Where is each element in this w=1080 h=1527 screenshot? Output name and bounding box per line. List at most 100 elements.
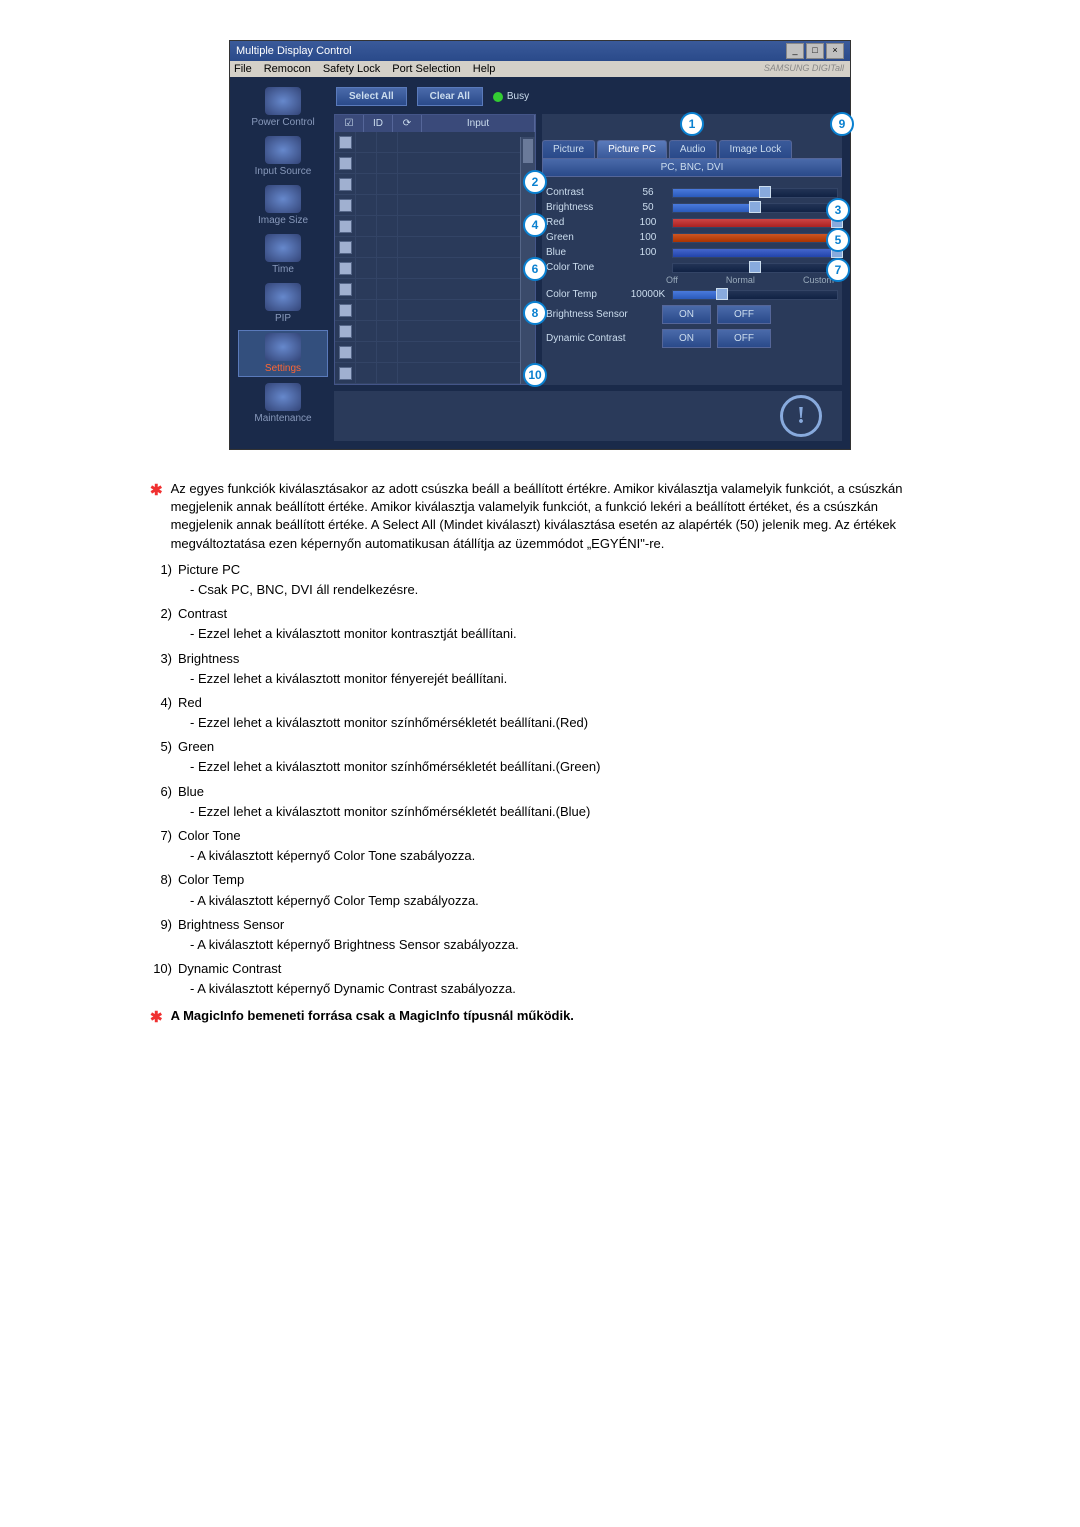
list-title: Blue [178, 783, 930, 801]
menu-safety-lock[interactable]: Safety Lock [323, 63, 380, 75]
dcon-on-button[interactable]: ON [662, 329, 711, 348]
list-title: Green [178, 738, 930, 756]
green-value: 100 [630, 232, 666, 243]
sidebar-time[interactable]: Time [238, 232, 328, 277]
row-checkbox[interactable] [339, 157, 352, 170]
tab-image-lock[interactable]: Image Lock [719, 140, 793, 158]
row-checkbox[interactable] [339, 262, 352, 275]
blue-slider[interactable] [672, 248, 838, 258]
minimize-button[interactable]: _ [786, 43, 804, 59]
sidebar-label: Input Source [240, 166, 326, 177]
brightness-value: 50 [630, 202, 666, 213]
row-checkbox[interactable] [339, 220, 352, 233]
table-row[interactable] [335, 321, 535, 342]
callout-7: 7 [826, 258, 850, 282]
row-checkbox[interactable] [339, 136, 352, 149]
titlebar: Multiple Display Control _ □ × [230, 41, 850, 61]
grid-head-status: ⟳ [393, 115, 422, 132]
grid-head-check[interactable]: ☑ [335, 115, 364, 132]
tab-audio[interactable]: Audio [669, 140, 717, 158]
star-icon: ✱ [150, 1007, 163, 1028]
list-title: Color Tone [178, 827, 930, 845]
table-row[interactable] [335, 258, 535, 279]
close-button[interactable]: × [826, 43, 844, 59]
row-checkbox[interactable] [339, 346, 352, 359]
menu-remocon[interactable]: Remocon [264, 63, 311, 75]
info-icon[interactable]: ! [780, 395, 822, 437]
content-row: ☑ ID ⟳ Input 2 4 6 8 10 1 [334, 114, 842, 385]
callout-9: 9 [830, 112, 854, 136]
sidebar-image-size[interactable]: Image Size [238, 183, 328, 228]
param-color-temp: Color Temp 10000K [546, 289, 838, 300]
busy-label: Busy [507, 91, 529, 102]
table-row[interactable] [335, 237, 535, 258]
colortone-slider[interactable] [672, 263, 838, 273]
red-slider[interactable] [672, 218, 838, 228]
blue-value: 100 [630, 247, 666, 258]
param-blue: Blue 100 [546, 247, 838, 258]
param-green: Green 100 5 [546, 232, 838, 243]
sidebar-pip[interactable]: PIP [238, 281, 328, 326]
settings-icon [265, 333, 301, 361]
sidebar: Power Control Input Source Image Size Ti… [238, 85, 328, 441]
input-icon [265, 136, 301, 164]
table-row[interactable] [335, 153, 535, 174]
green-slider[interactable] [672, 233, 838, 243]
pip-icon [265, 283, 301, 311]
window-controls: _ □ × [786, 43, 844, 59]
row-checkbox[interactable] [339, 304, 352, 317]
table-row[interactable] [335, 342, 535, 363]
row-checkbox[interactable] [339, 199, 352, 212]
row-checkbox[interactable] [339, 241, 352, 254]
note-row: ✱ A MagicInfo bemeneti forrása csak a Ma… [150, 1007, 930, 1028]
maximize-button[interactable]: □ [806, 43, 824, 59]
dcon-off-button[interactable]: OFF [717, 329, 771, 348]
brightness-slider[interactable] [672, 203, 838, 213]
menu-help[interactable]: Help [473, 63, 496, 75]
row-checkbox[interactable] [339, 367, 352, 380]
scroll-thumb[interactable] [523, 139, 533, 163]
table-row[interactable] [335, 279, 535, 300]
clear-all-button[interactable]: Clear All [417, 87, 483, 106]
row-checkbox[interactable] [339, 178, 352, 191]
sidebar-settings[interactable]: Settings [238, 330, 328, 377]
select-all-button[interactable]: Select All [336, 87, 407, 106]
sidebar-maintenance[interactable]: Maintenance [238, 381, 328, 426]
table-row[interactable] [335, 216, 535, 237]
list-sub: - A kiválasztott képernyő Brightness Sen… [190, 936, 930, 954]
table-row[interactable] [335, 363, 535, 384]
menu-port-selection[interactable]: Port Selection [392, 63, 460, 75]
menubar: File Remocon Safety Lock Port Selection … [230, 61, 850, 77]
list-sub: - A kiválasztott képernyő Color Temp sza… [190, 892, 930, 910]
table-row[interactable] [335, 132, 535, 153]
blue-label: Blue [546, 247, 624, 258]
grid-header: ☑ ID ⟳ Input [335, 115, 535, 132]
table-row[interactable] [335, 195, 535, 216]
callout-3: 3 [826, 198, 850, 222]
sidebar-power-control[interactable]: Power Control [238, 85, 328, 130]
list-title: Brightness [178, 650, 930, 668]
grid-rows [335, 132, 535, 384]
tab-picture[interactable]: Picture [542, 140, 595, 158]
table-row[interactable] [335, 174, 535, 195]
tab-strip: PC, BNC, DVI [542, 158, 842, 177]
list-sub: - Csak PC, BNC, DVI áll rendelkezésre. [190, 581, 930, 599]
row-checkbox[interactable] [339, 283, 352, 296]
tab-picture-pc[interactable]: Picture PC [597, 140, 667, 158]
table-row[interactable] [335, 300, 535, 321]
bsens-on-button[interactable]: ON [662, 305, 711, 324]
colortemp-slider[interactable] [672, 290, 838, 300]
row-checkbox[interactable] [339, 325, 352, 338]
display-grid: ☑ ID ⟳ Input 2 4 6 8 10 [334, 114, 536, 385]
footer: ! [334, 391, 842, 441]
contrast-slider[interactable] [672, 188, 838, 198]
bsens-off-button[interactable]: OFF [717, 305, 771, 324]
sidebar-input-source[interactable]: Input Source [238, 134, 328, 179]
param-contrast: Contrast 56 [546, 187, 838, 198]
busy-indicator: Busy [493, 91, 529, 102]
tone-normal: Normal [726, 275, 755, 285]
description: ✱ Az egyes funkciók kiválasztásakor az a… [150, 480, 930, 1028]
bsens-label: Brightness Sensor [546, 309, 656, 320]
menu-file[interactable]: File [234, 63, 252, 75]
list-num: 1) [150, 561, 172, 579]
